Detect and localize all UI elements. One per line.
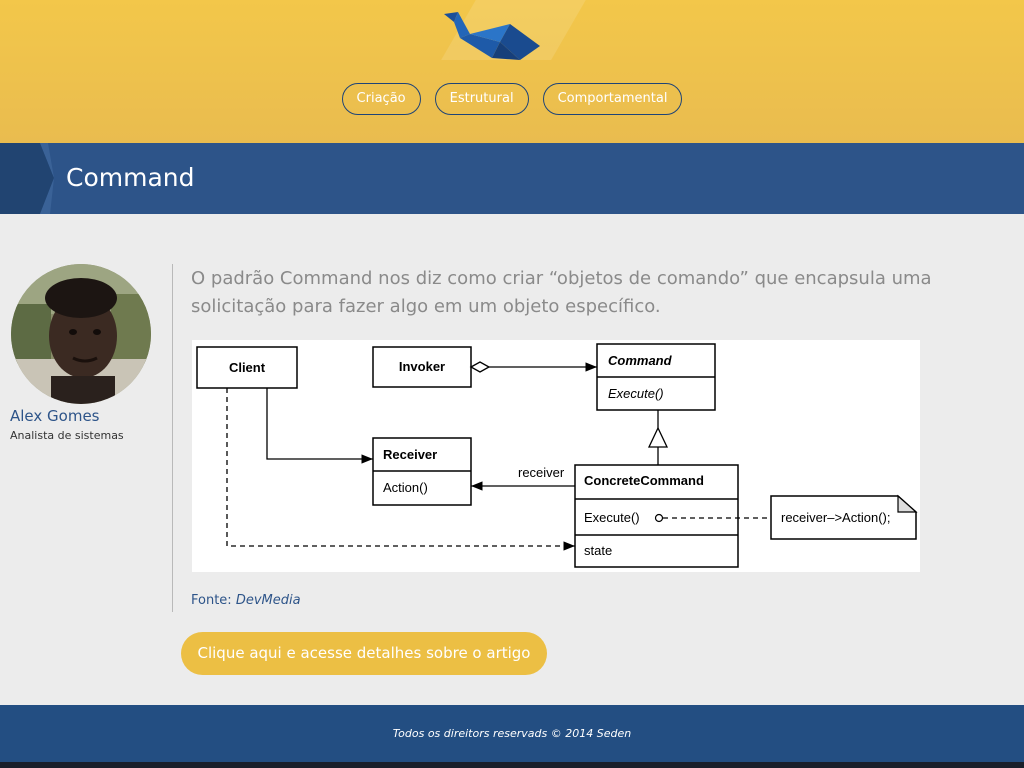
receiver-label: Receiver [383, 447, 437, 462]
site-header: Criação Estrutural Comportamental [0, 0, 1024, 143]
nav-comportamental[interactable]: Comportamental [542, 83, 683, 115]
origami-bird-icon[interactable] [440, 8, 544, 64]
band-arrow-decoration [0, 143, 54, 214]
article-details-button[interactable]: Clique aqui e acesse detalhes sobre o ar… [181, 632, 547, 675]
concrete-command-label: ConcreteCommand [584, 473, 704, 488]
uml-diagram: Client Invoker Command Execute() Receive… [192, 340, 920, 572]
author-name[interactable]: Alex Gomes [10, 407, 100, 425]
page-title: Command [66, 163, 195, 192]
concrete-execute: Execute() [584, 510, 640, 525]
nav-estrutural[interactable]: Estrutural [434, 83, 529, 115]
author-avatar [11, 264, 151, 404]
nav-criacao[interactable]: Criação [341, 83, 421, 115]
command-class: Command Execute() [596, 343, 716, 411]
main-nav: Criação Estrutural Comportamental [0, 83, 1024, 115]
command-label: Command [608, 353, 673, 368]
bottom-strip [0, 762, 1024, 768]
content-divider [172, 264, 173, 612]
invoker-label: Invoker [399, 359, 445, 374]
concrete-state: state [584, 543, 612, 558]
note-box: receiver–>Action(); [770, 494, 918, 540]
site-footer: Todos os direitors reservads © 2014 Sede… [0, 705, 1024, 762]
article-intro: O padrão Command nos diz como criar “obj… [191, 268, 932, 317]
footer-copyright: Todos os direitors reservads © 2014 Sede… [392, 727, 632, 740]
title-band: Command [0, 143, 1024, 214]
source-link[interactable]: DevMedia [236, 593, 301, 608]
note-text: receiver–>Action(); [781, 510, 890, 525]
receiver-association-label: receiver [518, 465, 565, 480]
source-label: Fonte: [191, 593, 232, 608]
command-execute: Execute() [608, 386, 664, 401]
client-class: Client [196, 346, 298, 389]
author-role: Analista de sistemas [10, 429, 124, 442]
receiver-action: Action() [383, 480, 428, 495]
receiver-class: Receiver Action() [372, 437, 472, 506]
client-label: Client [229, 360, 266, 375]
article-source: Fonte: DevMedia [191, 593, 301, 608]
invoker-class: Invoker [372, 346, 472, 388]
